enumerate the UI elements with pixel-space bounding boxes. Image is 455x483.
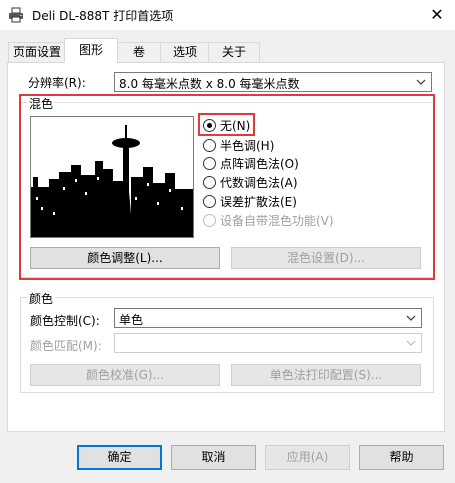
- radio-dot: [203, 139, 216, 152]
- radio-error-diffusion[interactable]: 误差扩散法(E): [203, 194, 343, 210]
- resolution-label: 分辨率(R):: [28, 76, 86, 90]
- color-adjust-button[interactable]: 颜色调整(L)...: [30, 247, 220, 269]
- radio-halftone[interactable]: 半色调(H): [203, 138, 323, 154]
- tab-graphics[interactable]: 图形: [64, 38, 118, 63]
- dither-settings-button: 混色设置(D)...: [231, 247, 421, 269]
- radio-label: 点阵调色法(O): [220, 157, 299, 171]
- mono-print-config-button: 单色法打印配置(S)...: [231, 364, 421, 386]
- chevron-down-icon: [405, 335, 417, 351]
- chevron-down-icon: [415, 74, 427, 90]
- radio-ordered-dither[interactable]: 点阵调色法(O): [203, 156, 343, 172]
- highlight-box-none: [198, 113, 255, 136]
- resolution-select[interactable]: 8.0 每毫米点数 x 8.0 每毫米点数: [114, 72, 432, 92]
- radio-dot: [203, 195, 216, 208]
- color-group-label: 颜色: [27, 290, 56, 307]
- printer-icon: [8, 7, 24, 23]
- radio-label: 代数调色法(A): [220, 176, 298, 190]
- resolution-value: 8.0 每毫米点数 x 8.0 每毫米点数: [119, 77, 300, 91]
- apply-button: 应用(A): [265, 445, 350, 470]
- close-button[interactable]: ✕: [425, 4, 449, 26]
- tab-page-setup[interactable]: 页面设置: [8, 42, 66, 62]
- radio-dot: [203, 214, 216, 227]
- radio-label: 半色调(H): [220, 139, 275, 153]
- tab-options[interactable]: 选项: [160, 42, 210, 62]
- dither-preview-image: [30, 116, 194, 238]
- tab-about[interactable]: 关于: [208, 42, 260, 62]
- color-control-value: 单色: [119, 313, 144, 327]
- color-control-select[interactable]: 单色: [114, 308, 422, 328]
- radio-algebraic[interactable]: 代数调色法(A): [203, 175, 343, 191]
- tab-roll[interactable]: 卷: [116, 42, 162, 62]
- radio-dot: [203, 157, 216, 170]
- color-match-label: 颜色匹配(M):: [30, 339, 102, 353]
- color-control-label: 颜色控制(C):: [30, 314, 100, 328]
- ok-button[interactable]: 确定: [77, 445, 162, 470]
- radio-device-dither: 设备自带混色功能(V): [203, 213, 403, 229]
- radio-label: 误差扩散法(E): [220, 195, 297, 209]
- window-title: Deli DL-888T 打印首选项: [32, 9, 174, 23]
- help-button[interactable]: 帮助: [359, 445, 444, 470]
- cancel-button[interactable]: 取消: [171, 445, 256, 470]
- color-calibrate-button: 颜色校准(G)...: [30, 364, 220, 386]
- chevron-down-icon: [405, 310, 417, 326]
- color-match-select: [114, 333, 422, 353]
- radio-label: 设备自带混色功能(V): [220, 214, 334, 228]
- radio-dot: [203, 176, 216, 189]
